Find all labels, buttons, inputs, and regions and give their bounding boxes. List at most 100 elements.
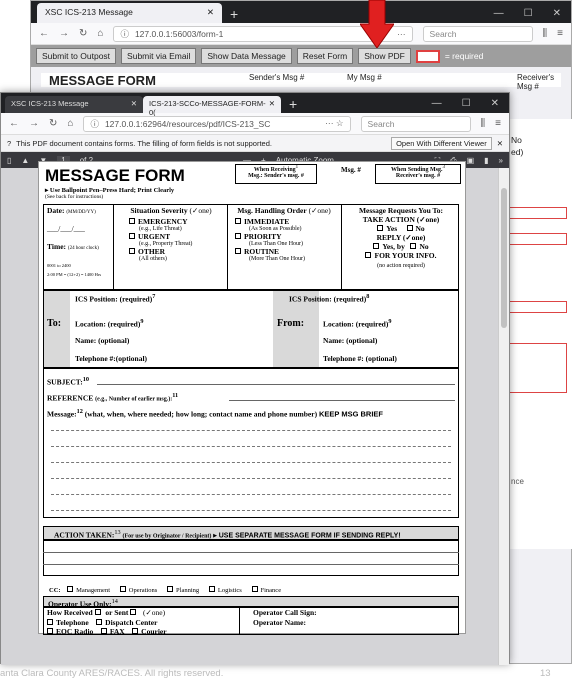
new-tab-icon[interactable]: + — [289, 95, 297, 113]
close-window-icon[interactable]: ✕ — [553, 8, 561, 19]
menu-icon[interactable]: ≡ — [495, 118, 501, 129]
method-courier[interactable]: Courier — [132, 627, 167, 636]
sending-box[interactable]: When Sending Msg.3 Receiver's msg. # — [375, 164, 461, 184]
pdf-notice-bar: ? This PDF document contains forms. The … — [1, 135, 509, 152]
more-icon[interactable]: ··· ☆ — [325, 118, 343, 129]
menu-icon[interactable]: ≡ — [557, 28, 563, 39]
action-taken-area[interactable] — [43, 540, 459, 576]
slide-number: 13 — [540, 668, 551, 679]
url-bar[interactable]: ⓘ 127.0.0.1:62964/resources/pdf/ICS-213_S… — [83, 115, 351, 132]
operator-call-sign[interactable]: Operator Call Sign: — [253, 608, 317, 617]
reload-icon[interactable]: ↻ — [79, 28, 87, 39]
open-different-viewer-button[interactable]: Open With Different Viewer — [391, 136, 492, 150]
cc-management[interactable]: Management — [67, 586, 110, 594]
close-icon[interactable]: ✕ — [131, 99, 137, 110]
handling-immediate[interactable]: IMMEDIATE — [235, 217, 339, 226]
save-icon[interactable]: ▣ — [467, 156, 475, 165]
minimize-icon[interactable]: — — [494, 8, 504, 19]
reference-field[interactable]: REFERENCE (e.g., Number of earlier msg.)… — [47, 392, 178, 403]
from-location[interactable]: Location: (required)9 — [323, 318, 391, 329]
more-tools-icon[interactable]: » — [499, 156, 503, 165]
message-field[interactable]: Message:12 (what, when, where needed; ho… — [47, 408, 383, 419]
required-swatch — [415, 49, 440, 63]
submit-email-button[interactable]: Submit via Email — [121, 48, 197, 64]
help-icon: ? — [7, 138, 12, 148]
to-telephone[interactable]: Telephone #:(optional) — [75, 354, 147, 363]
method-row-2: EOC Radio FAX Courier — [47, 627, 167, 636]
close-icon[interactable]: ✕ — [269, 99, 275, 110]
reply-no[interactable]: No — [410, 242, 429, 251]
operator-name[interactable]: Operator Name: — [253, 618, 306, 627]
cc-logistics[interactable]: Logistics — [208, 586, 242, 594]
cc-planning[interactable]: Planning — [167, 586, 199, 594]
tab-title: XSC ICS-213 Message — [45, 7, 133, 17]
reset-form-button[interactable]: Reset Form — [296, 48, 354, 64]
back-icon[interactable]: ← — [9, 118, 19, 129]
severity-urgent[interactable]: URGENT — [129, 232, 225, 241]
maximize-icon[interactable]: ☐ — [524, 8, 533, 19]
from-telephone[interactable]: Telephone #: (optional) — [323, 354, 397, 363]
method-dispatch[interactable]: Dispatch Center — [96, 618, 157, 627]
reply-yes-by[interactable]: Yes, by — [373, 242, 405, 251]
pdf-page: MESSAGE FORM ▸ Use Ballpoint Pen–Press H… — [38, 161, 466, 636]
severity-other[interactable]: OTHER — [129, 247, 225, 256]
scrollbar-thumb[interactable] — [501, 188, 507, 328]
for-your-info[interactable]: FOR YOUR INFO. — [365, 251, 437, 260]
method-row-1: Telephone Dispatch Center — [47, 618, 157, 627]
forward-icon[interactable]: → — [29, 118, 39, 129]
method-eoc-radio[interactable]: EOC Radio — [47, 627, 93, 636]
submit-outpost-button[interactable]: Submit to Outpost — [36, 48, 117, 64]
side-field-2[interactable] — [507, 233, 567, 245]
info-icon: ⓘ — [90, 118, 99, 129]
subject-field[interactable]: SUBJECT:10 — [47, 376, 89, 387]
from-ics-position[interactable]: ICS Position: (required)8 — [289, 293, 369, 304]
scrollbar[interactable] — [498, 168, 509, 665]
to-name[interactable]: Name: (optional) — [75, 336, 129, 345]
method-telephone[interactable]: Telephone — [47, 618, 89, 627]
from-name[interactable]: Name: (optional) — [323, 336, 377, 345]
maximize-icon[interactable]: ☐ — [462, 98, 471, 109]
severity-section: Situation Severity (✓one) EMERGENCY (e.g.… — [117, 206, 225, 262]
to-ics-position[interactable]: ICS Position: (required)7 — [75, 293, 155, 304]
cc-operations[interactable]: Operations — [119, 586, 157, 594]
forward-icon[interactable]: → — [59, 28, 69, 39]
tab-ics213[interactable]: XSC ICS-213 Message ✕ — [5, 96, 143, 113]
minimize-icon[interactable]: — — [432, 98, 442, 109]
show-pdf-button[interactable]: Show PDF — [358, 48, 411, 64]
red-arrow-icon — [360, 0, 394, 48]
home-icon[interactable]: ⌂ — [67, 118, 73, 129]
bookmark-icon[interactable]: ▮ — [484, 156, 488, 165]
new-tab-icon[interactable]: + — [230, 5, 238, 23]
close-window-icon[interactable]: ✕ — [491, 98, 499, 109]
tab-ics213[interactable]: XSC ICS-213 Message ✕ — [37, 3, 222, 23]
pdf-title: MESSAGE FORM — [45, 166, 185, 185]
handling-routine[interactable]: ROUTINE — [235, 247, 339, 256]
more-icon[interactable]: ··· — [397, 29, 406, 39]
cc-finance[interactable]: Finance — [251, 586, 281, 594]
library-icon[interactable]: ⫼ — [481, 118, 486, 129]
sidebar-toggle-icon[interactable]: ▯ — [7, 156, 11, 165]
receiving-box[interactable]: When Receiving1 Msg.: Sender's msg. # — [235, 164, 317, 184]
close-icon[interactable]: ✕ — [497, 139, 503, 148]
side-field-1[interactable] — [507, 207, 567, 219]
severity-emergency[interactable]: EMERGENCY — [129, 217, 225, 226]
prev-page-icon[interactable]: ▲ — [21, 156, 29, 165]
message-box — [43, 368, 459, 518]
back-icon[interactable]: ← — [39, 28, 49, 39]
search-input[interactable]: Search — [422, 25, 533, 42]
reload-icon[interactable]: ↻ — [49, 118, 57, 129]
home-icon[interactable]: ⌂ — [97, 28, 103, 39]
side-field-4[interactable] — [507, 343, 567, 393]
requests-section: Message Requests You To: TAKE ACTION (✓o… — [358, 206, 444, 269]
to-location[interactable]: Location: (required)9 — [75, 318, 143, 329]
library-icon[interactable]: ⫼ — [543, 28, 548, 39]
handling-priority[interactable]: PRIORITY — [235, 232, 339, 241]
take-action-no[interactable]: No — [406, 224, 425, 233]
method-fax[interactable]: FAX — [100, 627, 125, 636]
side-field-3[interactable] — [507, 301, 567, 313]
tab-pdf[interactable]: ICS-213-SCCo-MESSAGE-FORM-0(✕ — [143, 96, 281, 117]
show-data-message-button[interactable]: Show Data Message — [201, 48, 292, 64]
close-icon[interactable]: ✕ — [207, 7, 214, 19]
search-input[interactable]: Search — [360, 115, 471, 132]
take-action-yes[interactable]: Yes — [377, 224, 397, 233]
